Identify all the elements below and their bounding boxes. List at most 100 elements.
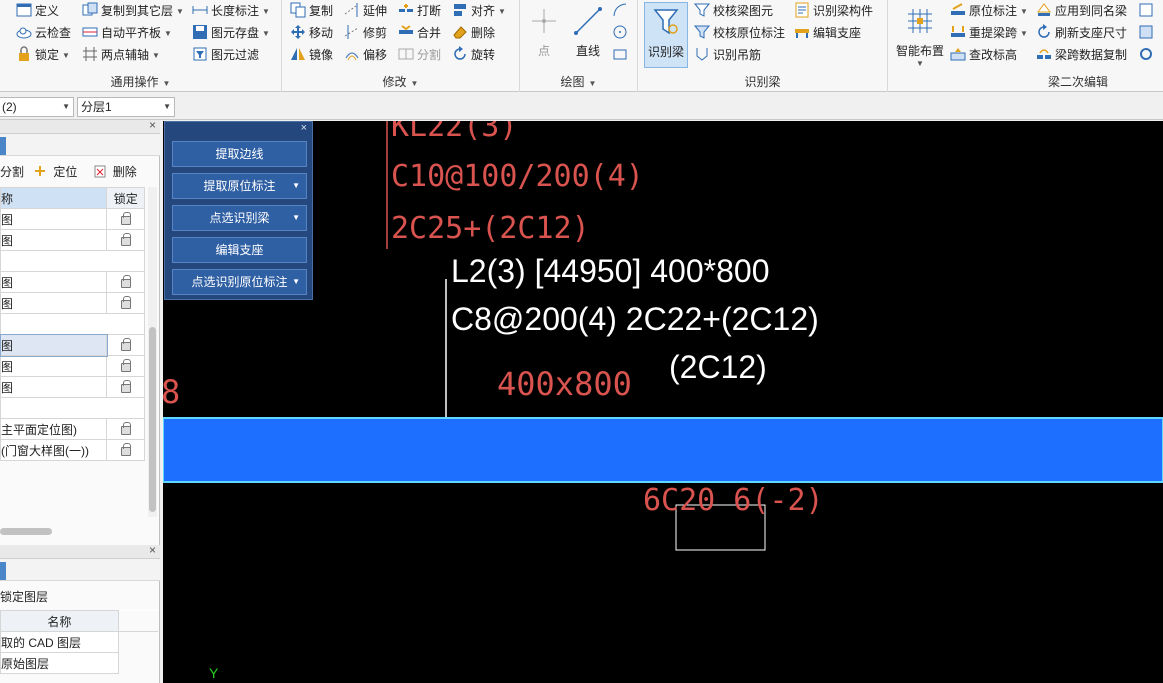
kl22-rebar-label: 2C25+(2C12) (391, 211, 590, 246)
column-header-name[interactable]: 称 (0, 187, 108, 209)
sublayer-select[interactable]: 分层1 ▼ (77, 97, 175, 117)
table-row[interactable]: 主平面定位图) (0, 418, 145, 440)
refresh-support-size-button[interactable]: 刷新支座尺寸 (1036, 22, 1129, 44)
group-label-common[interactable]: 通用操作 ▼ (0, 74, 281, 90)
more-tool-1-button[interactable] (1138, 0, 1159, 22)
lock-cell[interactable] (106, 355, 145, 377)
break-icon (398, 2, 414, 18)
ribbon-group-draw: 点 直线 绘图 ▼ (520, 0, 638, 92)
ribbon-group-identify-beam: 识别梁 校核梁图元 校核原位标注 识别吊筋 识别梁构件 编辑支座 识别梁 (638, 0, 888, 92)
length-dim-button[interactable]: 长度标注 ▼ (192, 0, 272, 22)
split-button[interactable]: 分割 (398, 44, 443, 66)
table-row[interactable]: 图 (0, 292, 145, 314)
extend-button[interactable]: 延伸 (344, 0, 389, 22)
kl22-stirrup-label: C10@100/200(4) (391, 159, 644, 194)
mirror-button[interactable]: 镜像 (290, 44, 335, 66)
layer-name-cell: 原始图层 (0, 652, 119, 674)
group-row[interactable] (0, 397, 145, 419)
identify-beam-member-button[interactable]: 识别梁构件 (794, 0, 875, 22)
edit-support-button[interactable]: 编辑支座 (794, 22, 863, 44)
chevron-down-icon[interactable]: ▼ (292, 174, 300, 198)
lock-cell[interactable] (106, 229, 145, 251)
identify-beam-button[interactable]: 识别梁 (644, 2, 688, 68)
table-row[interactable]: 图 (0, 333, 145, 357)
merge-button[interactable]: 合并 (398, 22, 443, 44)
group-label-modify[interactable]: 修改 ▼ (282, 74, 519, 90)
delete-tool[interactable]: 删除 (93, 165, 143, 179)
cloud-check-button[interactable]: 云检查 (16, 22, 73, 44)
element-save-button[interactable]: 图元存盘 ▼ (192, 22, 272, 44)
vertical-scrollbar[interactable] (148, 187, 157, 517)
re-extract-span-button[interactable]: 重提梁跨 ▼ (950, 22, 1030, 44)
smart-layout-button[interactable]: 智能布置 ▼ (892, 2, 948, 68)
extract-origin-mark-button[interactable]: 提取原位标注 ▼ (172, 173, 307, 199)
table-row[interactable]: 图 (0, 376, 145, 398)
column-header-lock[interactable]: 锁定 (106, 187, 145, 209)
ribbon-group-beam-edit: 智能布置 ▼ 原位标注 ▼ 重提梁跨 ▼ 查改标高 应用到同名梁 刷新支座尺寸 梁跨… (888, 0, 1163, 92)
edit-support-panel-button[interactable]: 编辑支座 (172, 237, 307, 263)
trim-button[interactable]: 修剪 (344, 22, 389, 44)
close-icon[interactable]: × (149, 118, 156, 132)
check-elevation-button[interactable]: 查改标高 (950, 44, 1019, 66)
close-icon[interactable]: × (301, 122, 307, 134)
rotate-button[interactable]: 旋转 (452, 44, 497, 66)
column-header-layer-name[interactable]: 名称 (0, 610, 119, 632)
lock-cell[interactable] (106, 418, 145, 440)
table-row[interactable]: 图 (0, 208, 145, 230)
align-button[interactable]: 对齐 ▼ (452, 0, 508, 22)
horizontal-scrollbar[interactable] (0, 528, 52, 535)
lock-cell[interactable] (106, 334, 145, 356)
extract-edge-button[interactable]: 提取边线 (172, 141, 307, 167)
floor-select[interactable]: (2) ▼ (0, 97, 74, 117)
break-button[interactable]: 打断 (398, 0, 443, 22)
split-tool[interactable]: 分割 (0, 165, 24, 179)
check-beam-element-button[interactable]: 校核梁图元 (693, 0, 775, 22)
more-tool-2-button[interactable] (1138, 22, 1159, 44)
cad-drawing-canvas[interactable]: KL22(3) C10@100/200(4) 2C25+(2C12) L2(3)… (163, 121, 1163, 683)
element-filter-button[interactable]: 图元过滤 (192, 44, 261, 66)
origin-mark-button[interactable]: 原位标注 ▼ (950, 0, 1030, 22)
circle-button[interactable] (612, 22, 633, 44)
locate-tool[interactable]: 定位 (33, 165, 83, 179)
copy-to-other-layer-button[interactable]: 复制到其它层 ▼ (82, 0, 186, 22)
group-row[interactable] (0, 313, 145, 335)
lock-button[interactable]: 锁定 ▼ (16, 44, 72, 66)
lock-cell[interactable] (106, 271, 145, 293)
delete-button[interactable]: 删除 (452, 22, 497, 44)
group-label-draw[interactable]: 绘图 ▼ (520, 74, 637, 90)
scrollbar-thumb[interactable] (149, 327, 156, 512)
chevron-down-icon[interactable]: ▼ (292, 270, 300, 294)
two-point-axis-button[interactable]: 两点辅轴 ▼ (82, 44, 162, 66)
more-tool-3-button[interactable] (1138, 44, 1159, 66)
check-origin-mark-button[interactable]: 校核原位标注 (693, 22, 787, 44)
lock-cell[interactable] (106, 208, 145, 230)
point-identify-beam-button[interactable]: 点选识别梁 ▼ (172, 205, 307, 231)
span-data-copy-button[interactable]: 梁跨数据复制 (1036, 44, 1129, 66)
lock-cell[interactable] (106, 376, 145, 398)
rectangle-button[interactable] (612, 44, 633, 66)
copy-button[interactable]: 复制 (290, 0, 335, 22)
lock-cell (106, 397, 145, 419)
offset-button[interactable]: 偏移 (344, 44, 389, 66)
table-row[interactable]: 取的 CAD 图层 (0, 631, 158, 653)
line-button[interactable]: 直线 (566, 2, 610, 68)
identified-beam-l2[interactable] (163, 417, 1163, 483)
lock-cell[interactable] (106, 292, 145, 314)
table-row[interactable]: 图 (0, 229, 145, 251)
table-row[interactable]: 图 (0, 271, 145, 293)
table-row[interactable]: (门窗大样图(一)) (0, 439, 145, 461)
point-button[interactable]: 点 (522, 2, 566, 68)
chevron-down-icon[interactable]: ▼ (292, 206, 300, 230)
apply-same-name-button[interactable]: 应用到同名梁 (1036, 0, 1129, 22)
close-icon[interactable]: × (149, 543, 156, 557)
auto-level-slab-button[interactable]: 自动平齐板 ▼ (82, 22, 174, 44)
lock-cell[interactable] (106, 439, 145, 461)
define-button[interactable]: 定义 (16, 0, 61, 22)
table-row[interactable]: 图 (0, 355, 145, 377)
arc-button[interactable] (612, 0, 633, 22)
move-button[interactable]: 移动 (290, 22, 335, 44)
point-identify-origin-mark-button[interactable]: 点选识别原位标注 ▼ (172, 269, 307, 295)
group-row[interactable] (0, 250, 145, 272)
identify-hanger-button[interactable]: 识别吊筋 (694, 44, 763, 66)
table-row[interactable]: 原始图层 (0, 652, 158, 674)
